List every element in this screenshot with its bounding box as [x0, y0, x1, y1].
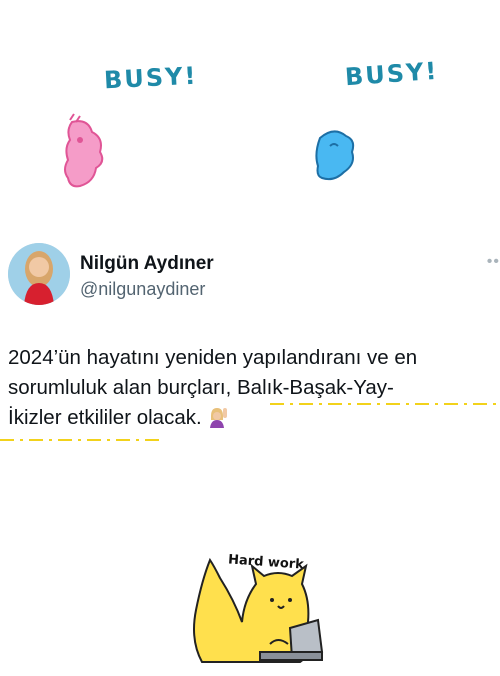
hard-work-cat-sticker — [193, 557, 324, 663]
